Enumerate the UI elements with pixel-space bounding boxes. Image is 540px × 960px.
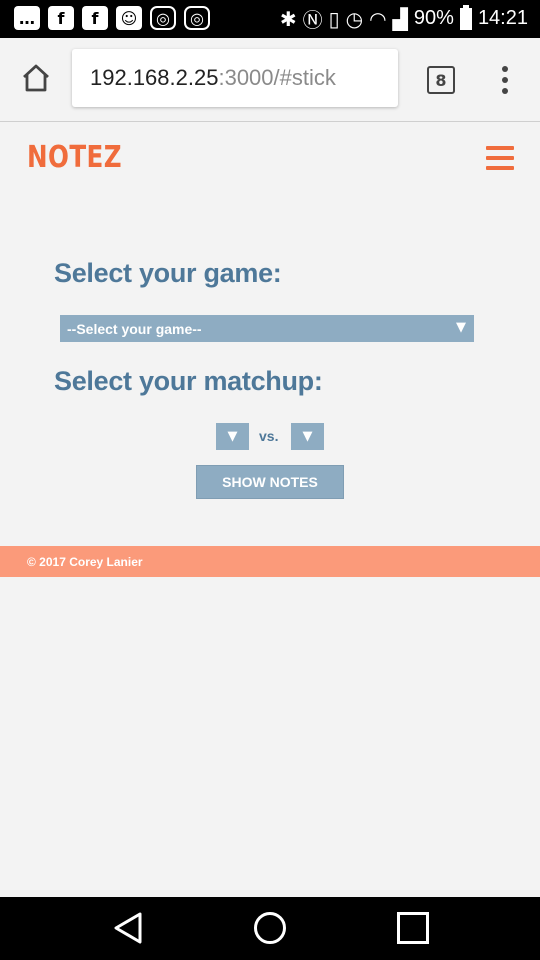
dropdown-arrow-icon: ▼ [302, 429, 313, 444]
player-character-select[interactable]: ▼ [216, 423, 249, 450]
vs-label: vs. [259, 428, 279, 444]
alarm-icon: ◷ [345, 6, 364, 31]
url-host: 192.168.2.25 [90, 65, 219, 90]
battery-percent: 90% [413, 7, 454, 29]
url-path: :3000/#stick [218, 65, 336, 90]
dot-icon [502, 77, 508, 83]
game-select[interactable]: --Select your game-- ▼ [60, 315, 474, 342]
tab-switcher-button[interactable]: 8 [427, 66, 455, 94]
clock: 14:21 [477, 7, 528, 29]
signal-icon: ▟ [392, 6, 408, 31]
vibrate-icon: ▯ [328, 6, 340, 31]
back-triangle-icon [114, 912, 142, 944]
home-button[interactable] [20, 62, 52, 94]
copyright-text: © 2017 Corey Lanier [27, 554, 143, 569]
instagram-icon: ◎ [150, 6, 176, 30]
notification-icons: … f f ☺ ◎ ◎ [14, 6, 210, 30]
facebook-icon: f [82, 6, 108, 30]
dropdown-arrow-icon: ▼ [227, 429, 238, 444]
home-circle-icon[interactable] [254, 912, 286, 944]
hamburger-menu-icon[interactable] [486, 146, 514, 170]
home-icon [23, 64, 49, 92]
browser-toolbar: 192.168.2.25:3000/#stick 8 [0, 38, 540, 122]
status-bar: … f f ☺ ◎ ◎ ✱ Ⓝ ▯ ◷ ◠ ▟ 90% 14:21 [0, 0, 540, 38]
overflow-menu-button[interactable] [497, 64, 513, 96]
wifi-icon: ◠ [369, 6, 387, 31]
game-heading: Select your game: [54, 258, 282, 288]
opponent-character-select[interactable]: ▼ [291, 423, 324, 450]
recent-apps-icon[interactable] [397, 912, 429, 944]
system-icons: ✱ Ⓝ ▯ ◷ ◠ ▟ 90% 14:21 [280, 4, 528, 33]
game-select-value: --Select your game-- [67, 320, 202, 337]
show-notes-button[interactable]: SHOW NOTES [196, 465, 344, 499]
app-logo[interactable]: NOTEZ [27, 140, 122, 175]
facebook-icon: f [48, 6, 74, 30]
url-bar[interactable]: 192.168.2.25:3000/#stick [72, 49, 398, 107]
instagram-icon: ◎ [184, 6, 210, 30]
dot-icon [502, 88, 508, 94]
discord-icon: ☺ [116, 6, 142, 30]
matchup-heading: Select your matchup: [54, 366, 323, 396]
dot-icon [502, 66, 508, 72]
dropdown-arrow-icon: ▼ [456, 320, 466, 335]
footer: © 2017 Corey Lanier [0, 546, 540, 577]
battery-icon [459, 4, 472, 30]
back-button[interactable] [112, 912, 144, 944]
navigation-bar [0, 897, 540, 960]
chat-icon: … [14, 6, 40, 30]
nfc-icon: Ⓝ [302, 8, 323, 32]
bluetooth-icon: ✱ [279, 6, 297, 31]
